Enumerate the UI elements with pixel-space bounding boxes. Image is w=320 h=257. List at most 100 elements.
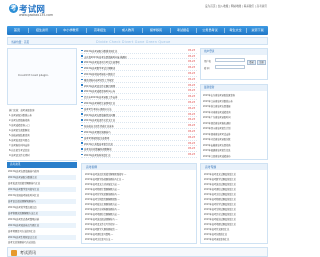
- bullet-icon: [81, 84, 83, 86]
- section-title: 高考专题: [201, 164, 267, 170]
- news-row[interactable]: 2013年高考英语作文范文汇总 05-23: [81, 118, 197, 124]
- news-row[interactable]: 2013年各地高考报名人数统计 05-23: [81, 71, 197, 77]
- list-item[interactable]: 2013年高考数学复习指导汇总: [8, 187, 76, 192]
- username-label: 用户名: [204, 60, 212, 63]
- list-item[interactable]: 7.高考报名时间安排: [9, 143, 75, 147]
- list-item[interactable]: 4.高考招生政策解读: [9, 128, 75, 132]
- news-date: 05-23: [188, 153, 195, 157]
- list-item[interactable]: 2013年高考志愿填报技巧指导: [8, 169, 76, 174]
- list-item[interactable]: 2013年高考政治热点专题汇总: [8, 223, 76, 228]
- login-button[interactable]: 登录: [247, 60, 256, 65]
- news-row[interactable]: 2013年高考语文作文题目预测 05-23: [81, 83, 197, 89]
- section-title: 高考资讯: [7, 162, 77, 168]
- news-row[interactable]: 各高校自主招生简章汇总发布 05-23: [81, 123, 197, 129]
- list-item[interactable]: 9.高考语文作文素材: [9, 153, 75, 157]
- list-item[interactable]: 高考文综答题技巧方法总结: [8, 240, 76, 245]
- news-title[interactable]: 教育部发布高考招生工作规定: [84, 78, 182, 82]
- nav-item[interactable]: 考试报名: [171, 26, 195, 35]
- news-row[interactable]: 2013年高考录取分数线全国汇总 05-23: [81, 48, 197, 54]
- news-title[interactable]: 高考考生考前心理调节方法: [84, 107, 182, 111]
- news-title[interactable]: 2013年高考英语作文范文汇总: [84, 118, 182, 122]
- news-row[interactable]: 2013年高考各科答案汇总 05-23: [81, 152, 197, 158]
- list-item[interactable]: 热门文章：高考录取查询: [9, 108, 75, 112]
- news-row[interactable]: 2013年高考数学考试大纲解读 05-23: [81, 65, 197, 71]
- news-date: 05-23: [188, 118, 195, 122]
- news-title[interactable]: 2013年高考英语听力考试注意事项: [84, 60, 182, 64]
- list-item[interactable]: 8.自主招生考试信息: [9, 148, 75, 152]
- nav-item[interactable]: 公务员考试: [197, 26, 223, 35]
- news-row[interactable]: 2013年高考体检注意事项汇总 05-23: [81, 100, 197, 106]
- news-row[interactable]: 北京市2013年高考录取工作安排 05-23: [81, 94, 197, 100]
- news-title[interactable]: 山东省2013年高考志愿填报时间安排通知: [84, 55, 182, 59]
- news-row[interactable]: 2013年高考英语听力考试注意事项 05-23: [81, 60, 197, 66]
- nav-item[interactable]: 招生资讯: [29, 26, 55, 35]
- breadcrumb-text[interactable]: 当前位置：首页: [11, 40, 29, 44]
- bullet-icon: [81, 72, 83, 75]
- news-row[interactable]: 2013年艺术类高考招生信息 05-23: [81, 141, 197, 147]
- site-logo[interactable]: 考 考试网 www.gaokao135.com: [9, 3, 53, 17]
- list-item[interactable]: 2.高考志愿填报指南: [9, 118, 75, 122]
- breadcrumb: 当前位置：首页 Divide Check Divert Gone Green Q…: [7, 37, 268, 45]
- list-item[interactable]: 6.高考英语复习要点: [9, 138, 75, 142]
- bullet-icon: [81, 136, 83, 138]
- nav-item[interactable]: 高考招生: [87, 26, 113, 35]
- news-title[interactable]: 高考考场规则及注意事项: [84, 136, 182, 140]
- register-button[interactable]: 注册: [257, 60, 266, 65]
- news-row[interactable]: 2013年高考理综答题技巧 05-23: [81, 129, 197, 135]
- news-title[interactable]: 2013年高考志愿填报常见问题: [84, 113, 182, 117]
- list-item[interactable]: 高考物理实验题解题方法汇总: [8, 211, 76, 216]
- list-item[interactable]: 2013年江西省高考成绩发布: [203, 154, 266, 160]
- list-item[interactable]: 5.高校录取结果查询: [9, 133, 75, 137]
- news-title[interactable]: 高考加分政策最新调整解读: [84, 147, 182, 151]
- nav-item[interactable]: 资源下载: [247, 26, 268, 35]
- bullet-icon: [81, 119, 83, 121]
- news-title[interactable]: 2013年高考录取分数线全国汇总: [84, 49, 182, 53]
- username-input[interactable]: [215, 58, 245, 62]
- list-item[interactable]: 2013年高考历史备考策略分析: [8, 217, 76, 222]
- login-title: 用户登录: [201, 49, 267, 55]
- bullet-icon: [81, 142, 83, 144]
- top-links[interactable]: 设为首页 | 加入收藏 | 网站地图 | 联系我们 | 高考资讯: [205, 4, 267, 8]
- list-item[interactable]: 3.高考成绩查询入口: [9, 123, 75, 127]
- news-row[interactable]: 2013年高考成绩查询时间公布 05-23: [81, 89, 197, 95]
- news-row[interactable]: 高考考场规则及注意事项 05-23: [81, 135, 197, 141]
- news-title[interactable]: 2013年艺术类高考招生信息: [84, 142, 182, 146]
- list-item[interactable]: 高考英语完形填空解题技巧汇总: [8, 181, 76, 186]
- news-row[interactable]: 高考考生考前心理调节方法 05-23: [81, 106, 197, 112]
- nav-item[interactable]: 中小学教育: [57, 26, 85, 35]
- nav-item[interactable]: 首页: [7, 26, 27, 35]
- news-date: 05-23: [188, 129, 195, 133]
- news-title[interactable]: 北京市2013年高考录取工作安排: [84, 95, 182, 99]
- bullet-icon: [81, 148, 83, 150]
- nav-item[interactable]: 考生大全: [225, 26, 246, 35]
- news-row[interactable]: 高考加分政策最新调整解读 05-23: [81, 147, 197, 153]
- list-item[interactable]: 2013年高考文综复习方法 —: [85, 237, 195, 242]
- list-item[interactable]: 高考语文阅读理解答题技巧: [8, 199, 76, 204]
- list-item[interactable]: 2013年高考录取分数线汇总: [8, 175, 76, 180]
- bullet-icon: [81, 55, 83, 57]
- nav-item[interactable]: 成人教育: [115, 26, 141, 35]
- news-title[interactable]: 2013年高考理综答题技巧: [84, 130, 182, 134]
- news-title[interactable]: 2013年高考语文作文题目预测: [84, 84, 182, 88]
- bullet-icon: [81, 95, 83, 98]
- bullet-icon: [81, 101, 83, 104]
- password-input[interactable]: [215, 65, 245, 69]
- nav-item[interactable]: 留学移民: [143, 26, 169, 35]
- news-title[interactable]: 2013年高考数学考试大纲解读: [84, 66, 182, 70]
- list-item[interactable]: 2013年高考录取查询汇总: [204, 237, 266, 242]
- list-item[interactable]: 2013年全国高考报名时间汇总: [8, 193, 76, 198]
- plugin-placeholder: Couldn't load plugin.: [18, 73, 50, 77]
- news-title[interactable]: 各高校自主招生简章汇总发布: [84, 124, 182, 128]
- list-item[interactable]: 2013年高考化学重点知识点: [8, 205, 76, 210]
- list-item[interactable]: 1.高考录取分数线公布: [9, 113, 75, 117]
- news-date: 05-23: [188, 48, 195, 52]
- news-row[interactable]: 2013年高考志愿填报常见问题 05-23: [81, 112, 197, 118]
- news-title[interactable]: 2013年高考各科答案汇总: [84, 153, 182, 157]
- news-row[interactable]: 教育部发布高考招生工作规定 05-23: [81, 77, 197, 83]
- news-title[interactable]: 2013年各地高考报名人数统计: [84, 72, 182, 76]
- news-date: 05-23: [188, 71, 195, 75]
- news-title[interactable]: 2013年高考体检注意事项汇总: [84, 101, 182, 105]
- news-row[interactable]: 山东省2013年高考志愿填报时间安排通知 05-23: [81, 54, 197, 60]
- list-item[interactable]: 高考地理复习方法指导汇总: [8, 229, 76, 234]
- news-title[interactable]: 2013年高考成绩查询时间公布: [84, 89, 182, 93]
